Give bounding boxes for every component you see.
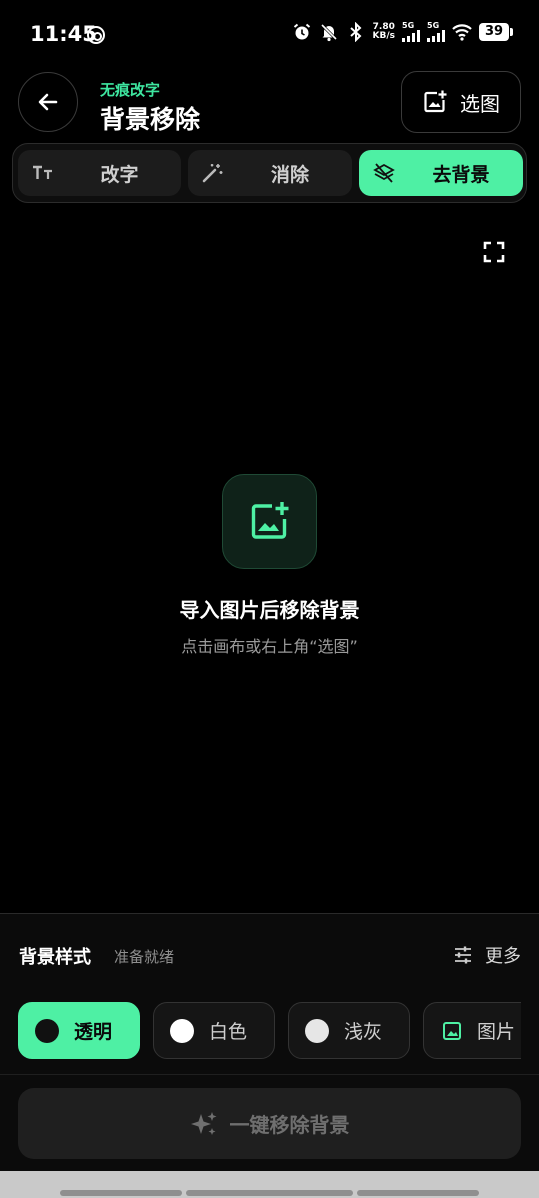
panel-status: 准备就绪 — [114, 948, 175, 966]
sparkle-icon — [190, 1111, 216, 1135]
text-size-icon — [33, 165, 52, 179]
color-swatch — [305, 1018, 329, 1043]
panel-title: 背景样式 — [19, 947, 91, 968]
nav-gesture-segment — [60, 1190, 182, 1196]
system-navigation-bar — [0, 1171, 539, 1198]
color-swatch — [35, 1018, 59, 1043]
back-button[interactable] — [18, 72, 78, 132]
magic-wand-icon — [202, 164, 223, 183]
mode-tabs: 改字 消除 去背景 — [12, 143, 527, 203]
page-title: 背景移除 — [100, 105, 201, 134]
style-label: 白色 — [209, 1021, 248, 1043]
status-bar: 11:45 7.80 KB/s 5G 5G 39 — [0, 0, 539, 70]
empty-state-hint: 点击画布或右上角“选图” — [181, 637, 358, 656]
tab-edit-text[interactable]: 改字 — [18, 150, 181, 196]
bluetooth-icon — [349, 22, 361, 42]
arrow-left-icon — [38, 93, 58, 111]
background-style-panel: 背景样式 准备就绪 更多 透明 白色 浅灰 图片 一键移除背景 — [0, 913, 539, 1198]
pick-image-button[interactable]: 选图 — [401, 71, 521, 133]
image-icon — [443, 1021, 461, 1040]
netease-music-icon — [87, 26, 105, 44]
remove-background-button[interactable]: 一键移除背景 — [18, 1088, 521, 1159]
style-option-image[interactable]: 图片 — [423, 1002, 521, 1059]
add-image-icon — [424, 90, 447, 113]
fullscreen-icon[interactable] — [483, 241, 505, 263]
style-options: 透明 白色 浅灰 图片 — [18, 1002, 521, 1060]
mute-icon — [320, 23, 337, 42]
alarm-icon — [293, 23, 310, 40]
nav-gesture-segment — [186, 1190, 353, 1196]
signal-sim2: 5G — [427, 22, 445, 42]
more-label: 更多 — [485, 946, 521, 967]
tab-remove-background[interactable]: 去背景 — [359, 150, 523, 196]
wifi-icon — [452, 24, 472, 41]
divider — [0, 1074, 539, 1075]
signal-sim1: 5G — [402, 22, 420, 42]
add-image-icon — [251, 501, 288, 539]
import-image-button[interactable] — [222, 474, 317, 569]
page-subtitle: 无痕改字 — [100, 81, 161, 99]
nav-gesture-segment — [357, 1190, 479, 1196]
more-button[interactable]: 更多 — [453, 942, 521, 968]
main-action-label: 一键移除背景 — [229, 1113, 350, 1137]
style-label: 浅灰 — [344, 1021, 383, 1043]
style-option-white[interactable]: 白色 — [153, 1002, 275, 1059]
sliders-icon — [455, 946, 471, 964]
tab-erase[interactable]: 消除 — [188, 150, 352, 196]
network-speed: 7.80 KB/s — [372, 22, 395, 41]
battery-indicator: 39 — [479, 23, 513, 41]
empty-state-title: 导入图片后移除背景 — [179, 598, 360, 622]
layers-off-icon — [373, 163, 395, 183]
pick-image-label: 选图 — [460, 91, 500, 116]
color-swatch — [170, 1018, 194, 1043]
status-icons: 7.80 KB/s 5G 5G 39 — [292, 22, 513, 42]
style-option-light-gray[interactable]: 浅灰 — [288, 1002, 410, 1059]
style-label: 透明 — [74, 1021, 113, 1043]
style-label: 图片 — [477, 1021, 516, 1043]
style-option-transparent[interactable]: 透明 — [18, 1002, 140, 1059]
